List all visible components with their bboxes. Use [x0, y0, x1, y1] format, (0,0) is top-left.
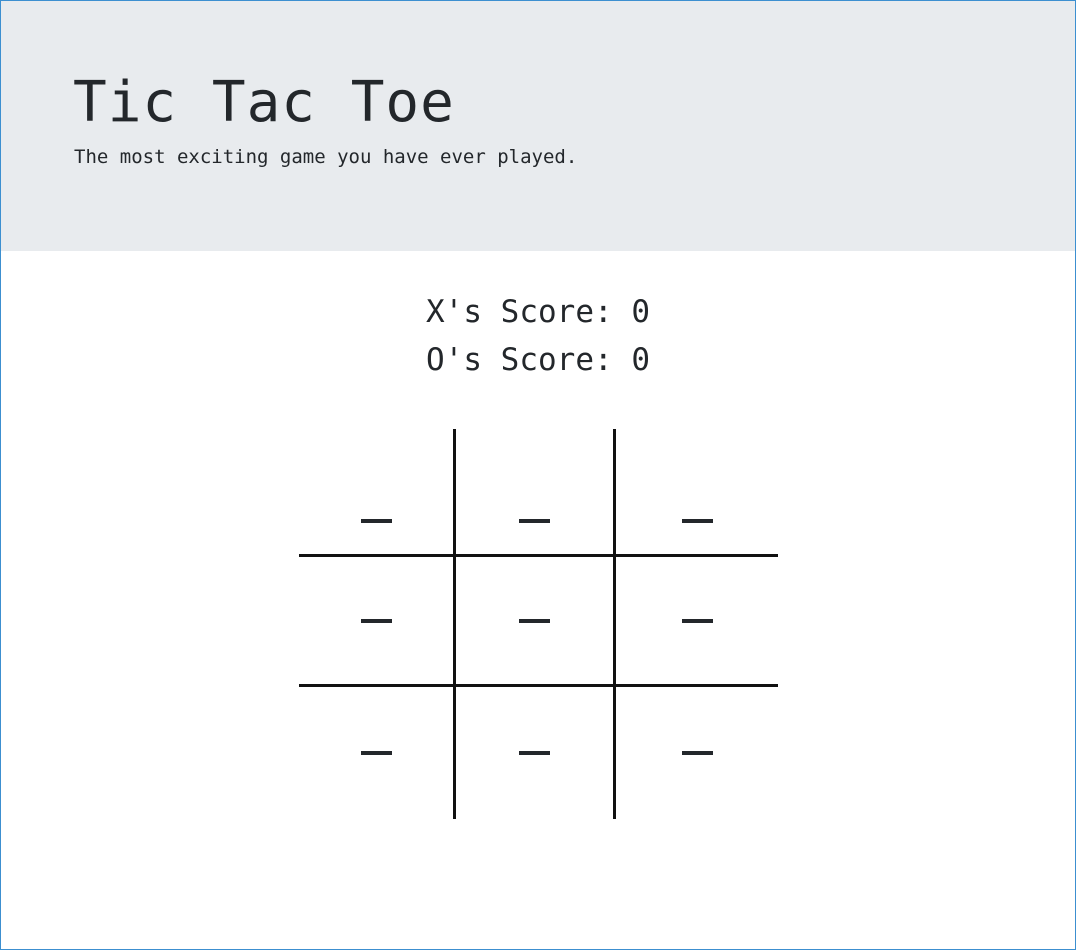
scoreboard: X's Score: 0 O's Score: 0 — [1, 288, 1075, 384]
board-cell-1[interactable] — [299, 429, 456, 557]
empty-cell-dash — [519, 618, 550, 623]
empty-cell-dash — [519, 518, 550, 523]
empty-cell-dash — [360, 518, 392, 523]
board-cell-8[interactable] — [456, 687, 616, 819]
empty-cell-dash — [360, 751, 392, 755]
app-window: Tic Tac Toe The most exciting game you h… — [0, 0, 1076, 950]
empty-cell-dash — [681, 618, 713, 623]
page-subtitle: The most exciting game you have ever pla… — [74, 146, 578, 168]
o-score: O's Score: 0 — [426, 342, 650, 378]
board-cell-4[interactable] — [299, 557, 456, 687]
empty-cell-dash — [681, 518, 713, 523]
game-board — [299, 429, 778, 819]
board-cell-6[interactable] — [616, 557, 778, 687]
header-banner: Tic Tac Toe The most exciting game you h… — [1, 1, 1075, 251]
board-cell-3[interactable] — [616, 429, 778, 557]
board-cell-2[interactable] — [456, 429, 616, 557]
page-title: Tic Tac Toe — [73, 70, 455, 135]
board-cell-7[interactable] — [299, 687, 456, 819]
empty-cell-dash — [360, 618, 392, 623]
x-score: X's Score: 0 — [426, 294, 650, 330]
empty-cell-dash — [519, 751, 550, 755]
board-cell-9[interactable] — [616, 687, 778, 819]
board-cell-5[interactable] — [456, 557, 616, 687]
empty-cell-dash — [681, 751, 713, 755]
